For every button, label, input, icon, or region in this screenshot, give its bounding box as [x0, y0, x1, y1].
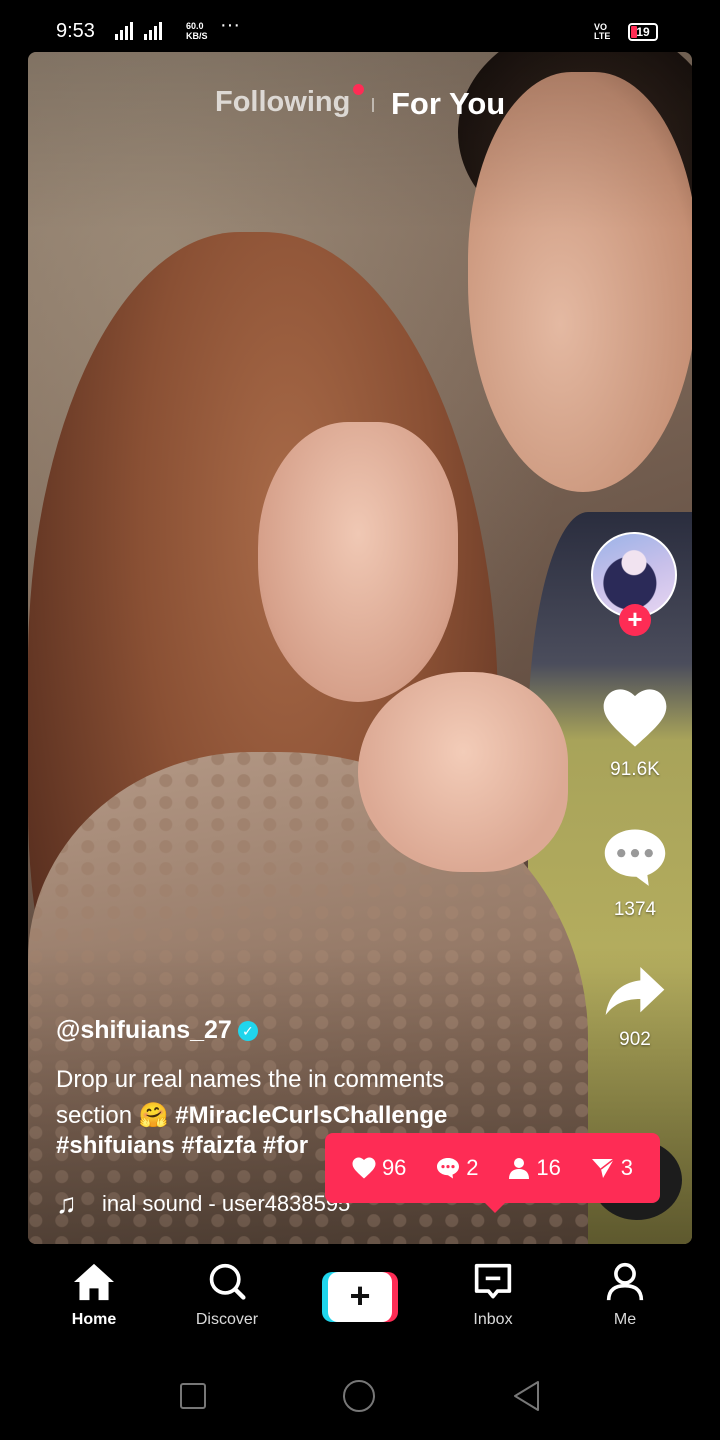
hashtag-line[interactable]: #shifuians #faizfa #for: [56, 1132, 308, 1160]
comment-icon: [604, 829, 666, 886]
sound-name: inal sound - user4838595: [102, 1191, 351, 1216]
create-button[interactable]: +: [322, 1272, 398, 1322]
status-bar: 9:53 60.0 KB/S ··· VO LTE 19: [0, 0, 720, 50]
popup-followers: 16: [508, 1155, 561, 1181]
tab-divider: [372, 98, 374, 112]
like-button[interactable]: 91.6K: [590, 688, 680, 781]
hashtag-link[interactable]: #MiracleCurlsChallenge: [175, 1102, 447, 1129]
nav-discover[interactable]: Discover: [172, 1262, 282, 1329]
share-button[interactable]: 902: [590, 964, 680, 1051]
post-description: Drop ur real names the in comments secti…: [56, 1062, 516, 1134]
network-speed: 60.0 KB/S: [186, 21, 208, 41]
stats-popup[interactable]: 96 2 16 3: [325, 1133, 660, 1213]
heart-icon: [352, 1157, 376, 1179]
back-icon[interactable]: [512, 1380, 540, 1412]
more-notifications: ···: [220, 14, 240, 36]
tab-for-you[interactable]: For You: [391, 86, 505, 122]
nav-home[interactable]: Home: [39, 1262, 149, 1329]
like-count: 91.6K: [610, 759, 660, 780]
plus-icon[interactable]: +: [619, 604, 651, 636]
send-icon: [591, 1158, 615, 1178]
popup-likes: 96: [352, 1155, 406, 1181]
signal-icon-2: [144, 22, 162, 40]
person-icon: [509, 1158, 530, 1179]
verified-badge-icon: ✓: [237, 1020, 258, 1041]
comment-icon: [437, 1158, 460, 1179]
home-icon: [74, 1263, 114, 1301]
signal-indicator: [115, 22, 162, 40]
emoji: 🤗: [138, 1102, 169, 1129]
username-link[interactable]: @shifuians_27 ✓: [56, 1016, 258, 1045]
feed-tabs: Following For You: [0, 84, 720, 126]
home-circle-icon[interactable]: [343, 1380, 375, 1412]
clock: 9:53: [56, 20, 95, 42]
search-icon: [209, 1263, 246, 1300]
nav-inbox[interactable]: Inbox: [438, 1262, 548, 1329]
recents-icon[interactable]: [180, 1383, 206, 1409]
volte-indicator: VO LTE: [594, 22, 611, 41]
new-content-dot: [353, 84, 364, 95]
comment-button[interactable]: 1374: [590, 826, 680, 921]
bottom-nav: Home Discover + Inbox Me: [0, 1250, 720, 1350]
username[interactable]: @shifuians_27: [56, 1016, 232, 1045]
battery-icon: 19: [628, 23, 658, 41]
share-icon: [605, 967, 665, 1015]
signal-icon: [115, 22, 133, 40]
share-count: 902: [619, 1029, 651, 1050]
heart-icon: [603, 689, 667, 747]
music-note-icon: ♫: [56, 1188, 77, 1219]
comment-count: 1374: [613, 899, 657, 920]
sound-link[interactable]: ♫ inal sound - user4838595: [56, 1188, 350, 1220]
system-nav-bar: [0, 1360, 720, 1440]
profile-icon: [606, 1262, 644, 1301]
inbox-icon: [474, 1263, 512, 1299]
plus-icon: +: [328, 1272, 392, 1322]
battery-level: 19: [636, 25, 650, 39]
nav-me[interactable]: Me: [570, 1262, 680, 1329]
tab-following[interactable]: Following: [215, 86, 350, 119]
popup-shares: 3: [591, 1155, 633, 1181]
popup-comments: 2: [436, 1155, 479, 1181]
